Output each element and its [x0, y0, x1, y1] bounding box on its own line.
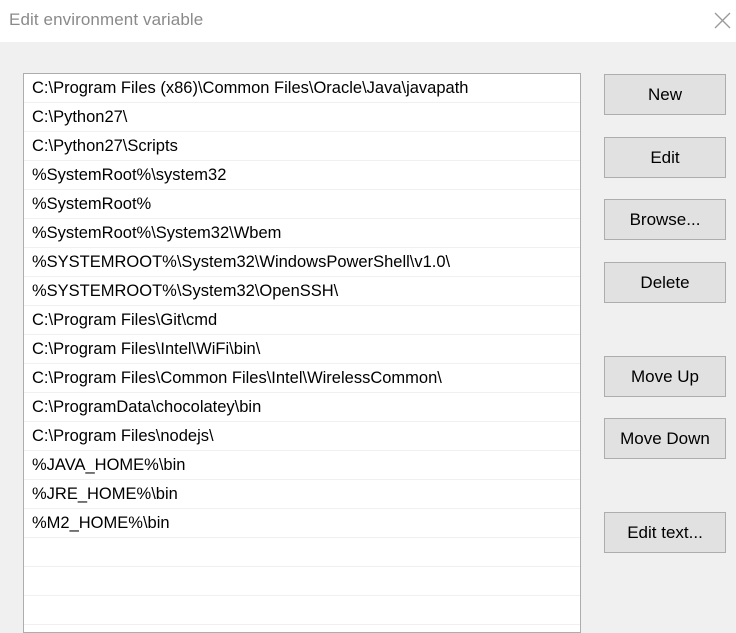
- list-item[interactable]: %SYSTEMROOT%\System32\WindowsPowerShell\…: [24, 248, 580, 277]
- list-item[interactable]: C:\Program Files\Common Files\Intel\Wire…: [24, 364, 580, 393]
- title-bar: Edit environment variable: [0, 0, 736, 42]
- delete-button[interactable]: Delete: [604, 262, 726, 303]
- list-item[interactable]: %JAVA_HOME%\bin: [24, 451, 580, 480]
- list-item[interactable]: %SystemRoot%\System32\Wbem: [24, 219, 580, 248]
- edit-button[interactable]: Edit: [604, 137, 726, 178]
- list-item[interactable]: C:\Program Files\Git\cmd: [24, 306, 580, 335]
- close-icon: [714, 12, 731, 29]
- list-item[interactable]: %M2_HOME%\bin: [24, 509, 580, 538]
- list-item[interactable]: C:\Python27\Scripts: [24, 132, 580, 161]
- list-item[interactable]: C:\Program Files\nodejs\: [24, 422, 580, 451]
- edit-text-button[interactable]: Edit text...: [604, 512, 726, 553]
- empty-list-row[interactable]: [24, 596, 580, 625]
- list-item[interactable]: C:\ProgramData\chocolatey\bin: [24, 393, 580, 422]
- list-item[interactable]: %SystemRoot%\system32: [24, 161, 580, 190]
- list-item[interactable]: %SYSTEMROOT%\System32\OpenSSH\: [24, 277, 580, 306]
- list-item[interactable]: C:\Program Files (x86)\Common Files\Orac…: [24, 74, 580, 103]
- list-item[interactable]: %SystemRoot%: [24, 190, 580, 219]
- move-down-button[interactable]: Move Down: [604, 418, 726, 459]
- browse-button[interactable]: Browse...: [604, 199, 726, 240]
- empty-list-row[interactable]: [24, 567, 580, 596]
- path-entries-list[interactable]: C:\Program Files (x86)\Common Files\Orac…: [23, 73, 581, 633]
- move-up-button[interactable]: Move Up: [604, 356, 726, 397]
- list-item[interactable]: C:\Python27\: [24, 103, 580, 132]
- new-button[interactable]: New: [604, 74, 726, 115]
- empty-list-row[interactable]: [24, 538, 580, 567]
- list-item[interactable]: C:\Program Files\Intel\WiFi\bin\: [24, 335, 580, 364]
- close-button[interactable]: [706, 4, 736, 36]
- list-item[interactable]: %JRE_HOME%\bin: [24, 480, 580, 509]
- window-title: Edit environment variable: [9, 10, 204, 29]
